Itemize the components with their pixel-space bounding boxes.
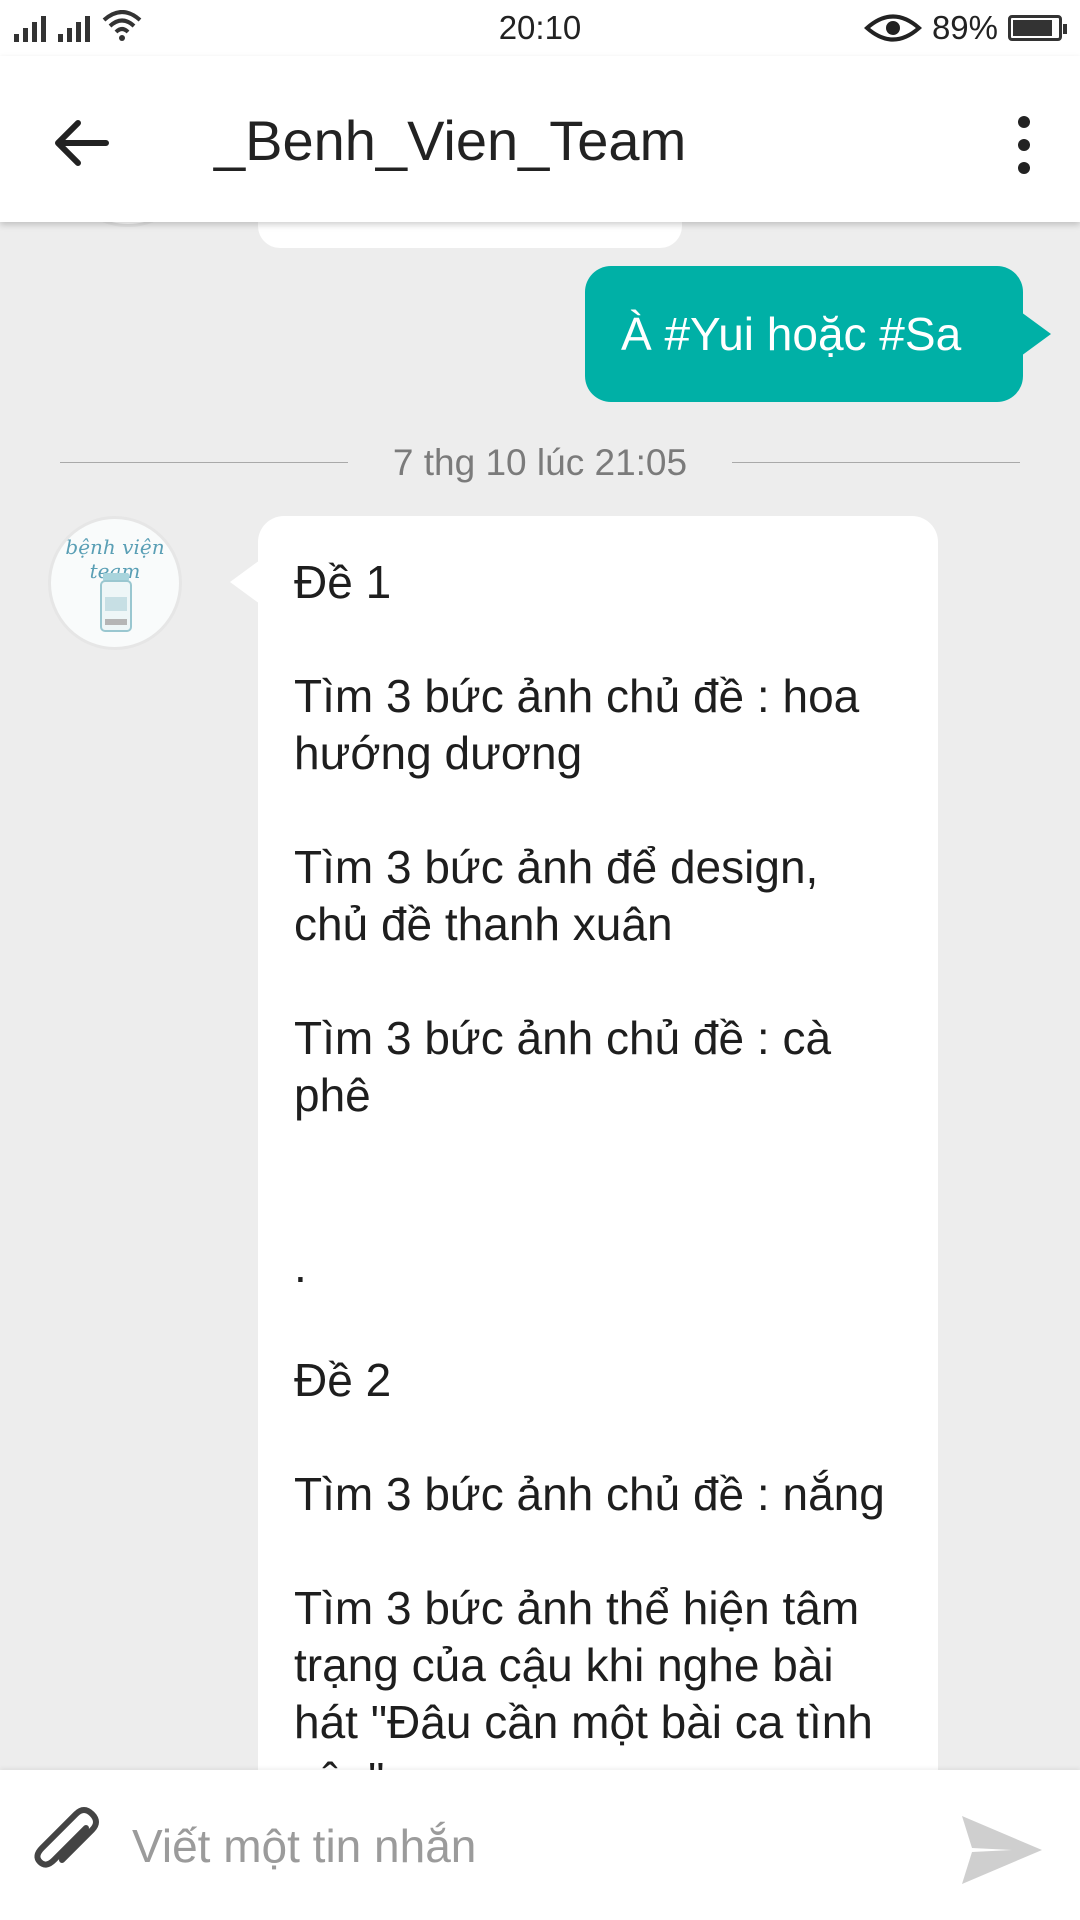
date-divider-text: 7 thg 10 lúc 21:05 xyxy=(392,442,688,483)
message-bubble[interactable] xyxy=(258,222,682,248)
outgoing-message-bubble[interactable]: À #Yui hoặc #Sa xyxy=(585,266,1051,402)
message-paragraph: Tìm 3 bức ảnh chủ đề : cà phê xyxy=(294,1012,832,1121)
message-composer xyxy=(0,1770,1080,1920)
more-vertical-icon[interactable] xyxy=(1004,110,1044,180)
avatar[interactable] xyxy=(58,222,198,227)
paperclip-icon[interactable] xyxy=(26,1806,108,1888)
message-paragraph: Tìm 3 bức ảnh chủ đề : hoa hướng dương xyxy=(294,670,860,779)
battery-icon xyxy=(1008,15,1067,41)
message-input[interactable] xyxy=(130,1800,924,1892)
status-bar: 20:10 89% xyxy=(0,0,1080,56)
date-divider: 7 thg 10 lúc 21:05 xyxy=(60,438,1020,488)
divider-line xyxy=(732,462,1020,463)
avatar[interactable]: bệnh viện team xyxy=(48,516,182,650)
arrow-left-icon[interactable] xyxy=(46,108,116,178)
message-paragraph: . xyxy=(294,1240,307,1292)
send-icon[interactable] xyxy=(960,1812,1044,1888)
page-title: _Benh_Vien_Team xyxy=(214,109,687,172)
message-paragraph: Tìm 3 bức ảnh thể hiện tâm trạng của cậu… xyxy=(294,1582,873,1770)
battery-fill xyxy=(1013,20,1052,36)
chat-area[interactable]: À #Yui hoặc #Sa 7 thg 10 lúc 21:05 bệnh … xyxy=(0,222,1080,1770)
jar-logo-icon xyxy=(100,573,132,632)
message-paragraph: Tìm 3 bức ảnh để design, chủ đề thanh xu… xyxy=(294,841,819,950)
message-paragraph: Tìm 3 bức ảnh chủ đề : nắng xyxy=(294,1468,885,1520)
app-bar: _Benh_Vien_Team xyxy=(0,56,1080,222)
incoming-message-bubble[interactable]: Đề 1 Tìm 3 bức ảnh chủ đề : hoa hướng dư… xyxy=(230,516,938,1770)
message-paragraph: Đề 1 xyxy=(294,556,392,608)
eye-icon xyxy=(863,14,922,42)
message-paragraph: Đề 2 xyxy=(294,1354,392,1406)
battery-percent: 89% xyxy=(931,9,998,46)
status-right: 89% xyxy=(863,9,1067,47)
